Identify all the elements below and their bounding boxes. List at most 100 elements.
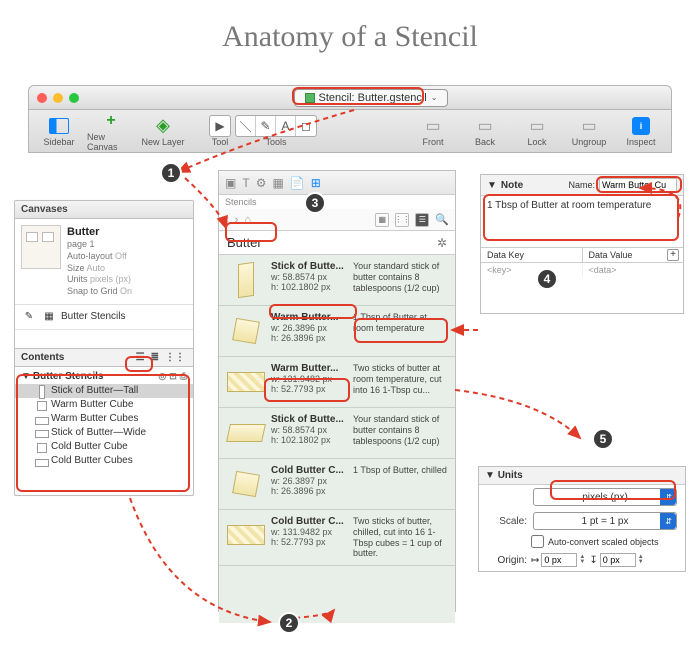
text-tab-icon[interactable]: T [242, 176, 249, 190]
stencil-row[interactable]: Warm Butter...w: 131.9482 pxh: 52.7793 p… [219, 357, 455, 408]
contents-tree: ▼ Butter Stencils ◎⊡⎙ Stick of Butter—Ta… [15, 367, 193, 470]
add-data-button[interactable]: + [667, 249, 679, 261]
stencil-file-icon [305, 93, 315, 103]
tree-item[interactable]: Stick of Butter—Wide [15, 426, 193, 440]
units-select[interactable]: pixels (px)⇵ [533, 488, 677, 506]
stencils-panel: ▣ T ⚙ ▦ 📄 ⊞ Stencils ‹ › ⌂ ▦ ⋮⋮ ☰ 🔍 Butt… [218, 170, 456, 612]
callout-4: 4 [536, 268, 558, 290]
search-icon[interactable]: 🔍 [435, 213, 449, 226]
stencil-row[interactable]: Stick of Butte...w: 58.8574 pxh: 102.180… [219, 255, 455, 306]
print-icon[interactable]: ⎙ [180, 371, 187, 382]
tree-item[interactable]: Stick of Butter—Tall [15, 384, 193, 398]
canvas-meta: Butter page 1 Auto-layout Off Size Auto … [67, 225, 132, 298]
new-canvas-button[interactable]: New Canvas [87, 111, 135, 152]
bring-front-icon [423, 116, 443, 136]
fwd-arrow-icon[interactable]: › [235, 214, 239, 226]
stencil-row[interactable]: Cold Butter C...w: 131.9482 pxh: 52.7793… [219, 510, 455, 566]
stepper-icon[interactable]: ▲▼ [579, 555, 585, 565]
stencil-thumb-icon [35, 441, 47, 453]
stencil-thumb-icon [35, 385, 47, 397]
traffic-lights[interactable] [37, 93, 79, 103]
disclosure-triangle-icon[interactable]: ▼ [485, 470, 495, 481]
stencil-row[interactable]: Warm Butter...w: 26.3896 pxh: 26.3896 px… [219, 306, 455, 357]
datakey-placeholder[interactable]: <key> [481, 263, 583, 277]
list-view-icon[interactable]: ☰ [134, 352, 147, 363]
y-axis-icon: ↧ [589, 555, 597, 566]
disclosure-triangle-icon[interactable]: ▼ [487, 180, 497, 191]
text-tool-icon[interactable]: A [276, 116, 296, 136]
autoconvert-checkbox[interactable] [531, 535, 544, 548]
tool-picker[interactable]: ▶ Tool [209, 115, 231, 147]
callout-5: 5 [592, 428, 614, 450]
lock-small-icon[interactable]: ⊡ [169, 371, 177, 382]
scale-label: Scale: [487, 516, 527, 527]
stencil-preview [227, 312, 265, 350]
layer-icon: ▦ [41, 309, 57, 325]
tree-group-header[interactable]: ▼ Butter Stencils ◎⊡⎙ [15, 369, 193, 384]
pen-tool-icon[interactable]: ✎ [256, 116, 276, 136]
dataval-placeholder[interactable]: <data> [583, 263, 684, 277]
stencil-preview [227, 516, 265, 554]
disclosure-triangle-icon[interactable]: ▼ [21, 371, 31, 382]
shape-tool-icon[interactable]: ◻ [296, 116, 316, 136]
visibility-icon[interactable]: ◎ [158, 371, 166, 382]
lock-button[interactable]: Lock [513, 116, 561, 147]
list-detail-view-icon[interactable]: ☰ [415, 213, 429, 227]
inspect-button[interactable]: Inspect [617, 116, 665, 147]
document-tab-icon[interactable]: 📄 [290, 176, 305, 190]
tree-item[interactable]: Warm Butter Cube [15, 398, 193, 412]
stencils-tab-icon[interactable]: ⊞ [311, 176, 321, 190]
grid-view-icon[interactable]: ⋮⋮ [163, 352, 187, 363]
sidebar-button[interactable]: Sidebar [35, 116, 83, 147]
lock-icon [527, 116, 547, 136]
callout-2: 2 [278, 612, 300, 634]
origin-x-input[interactable] [541, 553, 577, 567]
stencil-row[interactable]: Cold Butter C...w: 26.3897 pxh: 26.3896 … [219, 459, 455, 510]
scale-select[interactable]: 1 pt = 1 px⇵ [533, 512, 677, 530]
note-inspector: ▼ Note Name: 1 Tbsp of Butter at room te… [480, 174, 684, 314]
grid-large-view-icon[interactable]: ▦ [375, 213, 389, 227]
stencil-preview [227, 414, 265, 452]
window-titlebar: Stencil: Butter.gstencil ⌄ [28, 85, 672, 109]
x-axis-icon: ↦ [531, 555, 539, 566]
canvas-tab-icon[interactable]: ▦ [272, 176, 283, 190]
stepper-icon[interactable]: ▲▼ [638, 555, 644, 565]
front-button[interactable]: Front [409, 116, 457, 147]
datakey-header: Data Key [481, 248, 583, 262]
stencil-name-input[interactable] [599, 178, 677, 192]
chevron-down-icon: ⌄ [431, 93, 438, 102]
page-title: Anatomy of a Stencil [0, 20, 700, 54]
callout-1: 1 [160, 162, 182, 184]
info-icon [631, 116, 651, 136]
pointer-tool-icon[interactable]: ▶ [210, 116, 230, 136]
close-window-icon[interactable] [37, 93, 47, 103]
canvas-row[interactable]: Butter page 1 Auto-layout Off Size Auto … [15, 219, 193, 305]
send-back-icon [475, 116, 495, 136]
stencil-row[interactable]: Stick of Butte...w: 58.8574 pxh: 102.180… [219, 408, 455, 459]
back-arrow-icon[interactable]: ‹ [225, 214, 229, 226]
stencil-list: Stick of Butte...w: 58.8574 pxh: 102.180… [219, 255, 455, 623]
tree-item[interactable]: Cold Butter Cubes [15, 454, 193, 468]
new-layer-button[interactable]: New Layer [139, 116, 187, 147]
outline-view-icon[interactable]: ≣ [149, 352, 161, 363]
note-textarea[interactable]: 1 Tbsp of Butter at room temperature [481, 196, 683, 248]
stencil-breadcrumb[interactable]: Butter ✲ [219, 231, 455, 255]
layer-row[interactable]: ✎ ▦ Butter Stencils [15, 305, 193, 330]
home-icon[interactable]: ⌂ [244, 214, 251, 226]
tools-group[interactable]: ＼ ✎ A ◻ Tools [235, 115, 317, 147]
grid-small-view-icon[interactable]: ⋮⋮ [395, 213, 409, 227]
line-tool-icon[interactable]: ＼ [236, 116, 256, 136]
object-tab-icon[interactable]: ▣ [225, 176, 236, 190]
ungroup-button[interactable]: Ungroup [565, 116, 613, 147]
origin-y-input[interactable] [600, 553, 636, 567]
minimize-window-icon[interactable] [53, 93, 63, 103]
properties-tab-icon[interactable]: ⚙ [256, 176, 267, 190]
back-button[interactable]: Back [461, 116, 509, 147]
tree-item[interactable]: Warm Butter Cubes [15, 412, 193, 426]
pencil-icon: ✎ [21, 309, 37, 325]
document-title-button[interactable]: Stencil: Butter.gstencil ⌄ [294, 89, 449, 107]
gear-icon[interactable]: ✲ [437, 236, 447, 250]
tree-item[interactable]: Cold Butter Cube [15, 440, 193, 454]
stencil-thumb-icon [35, 413, 47, 425]
zoom-window-icon[interactable] [69, 93, 79, 103]
